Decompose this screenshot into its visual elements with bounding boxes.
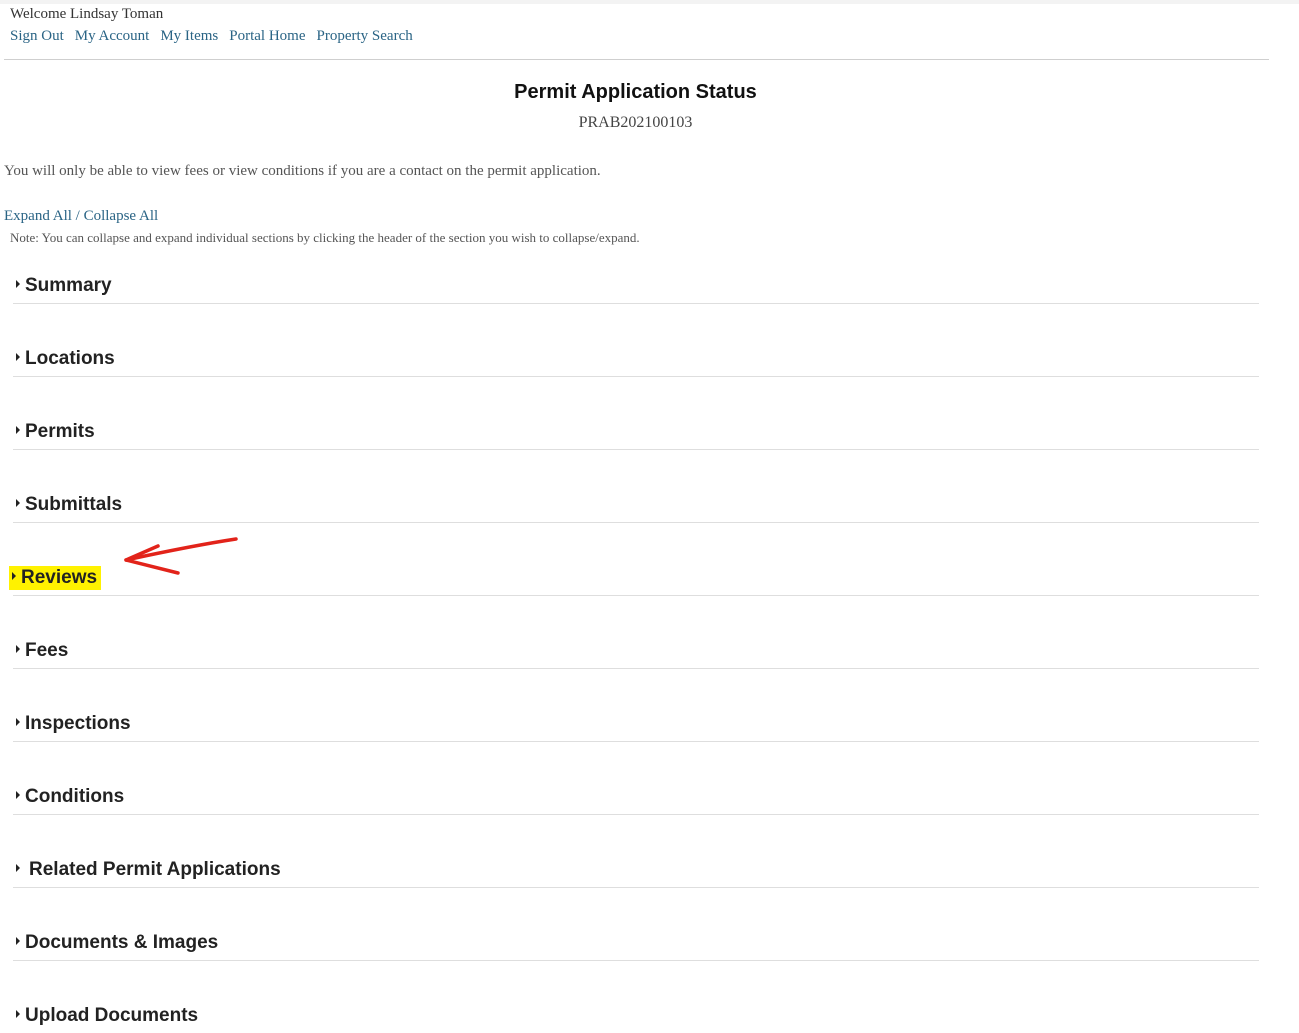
caret-right-icon xyxy=(16,352,20,361)
section-related-permit-applications[interactable]: Related Permit Applications xyxy=(13,849,1259,888)
caret-right-icon xyxy=(16,425,20,434)
portal-home-link[interactable]: Portal Home xyxy=(229,28,305,44)
section-header: Related Permit Applications xyxy=(13,858,285,882)
section-header: Documents & Images xyxy=(13,931,222,955)
caret-right-icon xyxy=(16,644,20,653)
caret-right-icon xyxy=(16,936,20,945)
top-bar xyxy=(0,0,1299,4)
section-label: Locations xyxy=(25,348,115,369)
collapse-note: Note: You can collapse and expand indivi… xyxy=(10,230,640,245)
section-locations[interactable]: Locations xyxy=(13,338,1259,377)
caret-right-icon xyxy=(16,717,20,726)
section-inspections[interactable]: Inspections xyxy=(13,703,1259,742)
section-header: Submittals xyxy=(13,493,126,517)
caret-right-icon xyxy=(16,1009,20,1018)
section-label: Inspections xyxy=(25,713,131,734)
section-summary[interactable]: Summary xyxy=(13,265,1259,304)
section-label: Summary xyxy=(25,275,112,296)
section-header: Summary xyxy=(13,274,116,298)
caret-right-icon xyxy=(12,571,16,580)
sign-out-link[interactable]: Sign Out xyxy=(10,28,64,44)
header-divider xyxy=(4,59,1269,60)
red-arrow-icon xyxy=(124,537,238,575)
section-documents-images[interactable]: Documents & Images xyxy=(13,922,1259,961)
page-title: Permit Application Status xyxy=(514,81,757,103)
contact-notice: You will only be able to view fees or vi… xyxy=(4,163,601,179)
permit-number: PRAB202100103 xyxy=(578,114,693,131)
section-fees[interactable]: Fees xyxy=(13,630,1259,669)
property-search-link[interactable]: Property Search xyxy=(317,28,413,44)
caret-right-icon xyxy=(16,863,20,872)
section-label: Permits xyxy=(25,421,95,442)
section-header: Fees xyxy=(13,639,72,663)
section-header: Permits xyxy=(13,420,99,444)
expand-all-link[interactable]: Expand All xyxy=(4,208,72,224)
section-conditions[interactable]: Conditions xyxy=(13,776,1259,815)
section-label: Upload Documents xyxy=(25,1005,199,1026)
section-header-highlighted: Reviews xyxy=(9,566,102,590)
section-label: Fees xyxy=(25,640,69,661)
my-items-link[interactable]: My Items xyxy=(160,28,218,44)
caret-right-icon xyxy=(16,498,20,507)
section-submittals[interactable]: Submittals xyxy=(13,484,1259,523)
section-label: Documents & Images xyxy=(25,932,219,953)
collapse-all-link[interactable]: Collapse All xyxy=(84,208,159,224)
my-account-link[interactable]: My Account xyxy=(75,28,150,44)
caret-right-icon xyxy=(16,279,20,288)
section-header: Inspections xyxy=(13,712,135,736)
section-permits[interactable]: Permits xyxy=(13,411,1259,450)
welcome-text: Welcome Lindsay Toman xyxy=(10,6,164,22)
user-nav: Sign Out My Account My Items Portal Home Pro… xyxy=(10,28,424,45)
section-label: Conditions xyxy=(25,786,125,807)
link-separator: / xyxy=(71,208,84,224)
section-label: Submittals xyxy=(25,494,123,515)
section-header: Conditions xyxy=(13,785,128,809)
section-label: Related Permit Applications xyxy=(29,859,281,880)
section-header: Upload Documents xyxy=(13,1004,202,1028)
caret-right-icon xyxy=(16,790,20,799)
section-upload-documents[interactable]: Upload Documents xyxy=(13,995,1259,1033)
section-label: Reviews xyxy=(21,567,98,588)
section-header: Locations xyxy=(13,347,119,371)
expand-collapse-controls: Expand All / Collapse All xyxy=(4,208,158,225)
